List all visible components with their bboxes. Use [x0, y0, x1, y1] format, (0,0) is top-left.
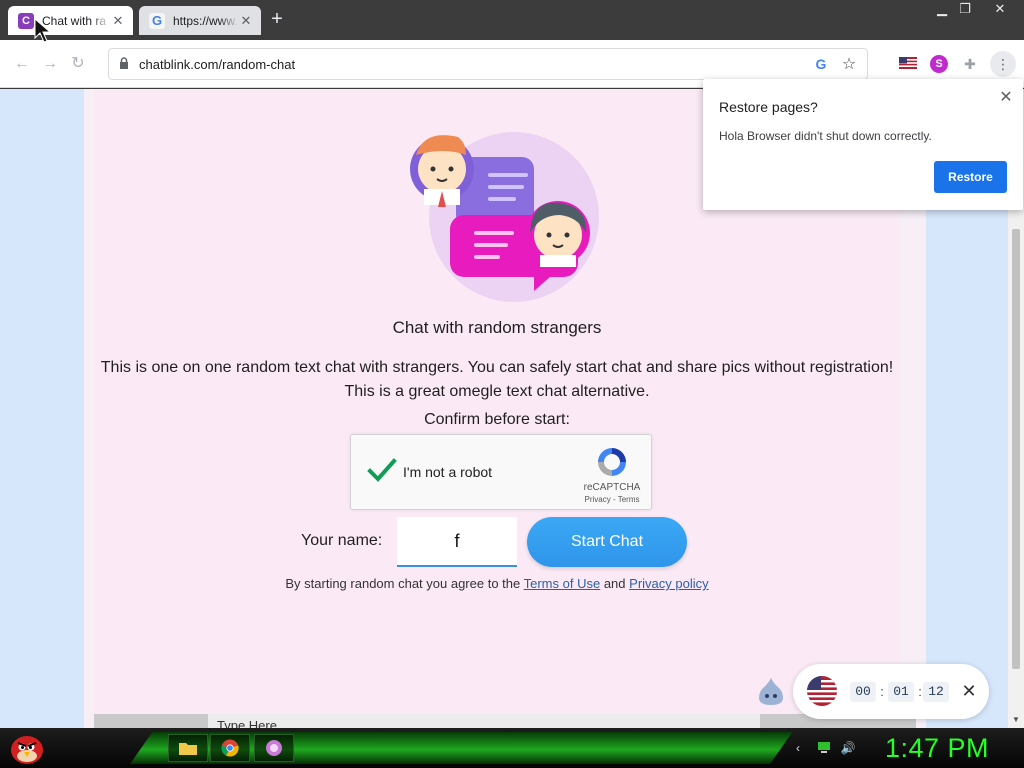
description-line: This is a great omegle text chat alterna…: [344, 383, 650, 400]
url-text[interactable]: chatblink.com/random-chat: [139, 57, 811, 72]
timer-hours: 00: [850, 682, 876, 702]
message-input[interactable]: Type Here: [208, 714, 760, 728]
close-icon[interactable]: ✕: [997, 87, 1015, 107]
puzzle-icon[interactable]: ✚: [960, 54, 980, 74]
terms-text: By starting random chat you agree to the…: [94, 576, 900, 591]
checkmark-icon[interactable]: [367, 455, 397, 485]
address-bar[interactable]: chatblink.com/random-chat G ☆: [108, 48, 868, 80]
window-close-button[interactable]: ✕: [978, 0, 1022, 18]
chat-illustration: [410, 132, 599, 302]
forward-arrow-icon[interactable]: →: [40, 54, 60, 74]
terms-of-use-link[interactable]: Terms of Use: [524, 576, 601, 591]
recaptcha-privacy-terms[interactable]: Privacy - Terms: [579, 495, 645, 504]
scroll-thumb[interactable]: [1012, 229, 1020, 669]
taskbar-folder-button[interactable]: [168, 734, 208, 762]
start-chat-button[interactable]: Start Chat: [527, 517, 687, 567]
taskbar: ‹ 🔊 1:47 PM: [0, 728, 1024, 768]
tab-chat[interactable]: C Chat with ra ✕: [8, 6, 133, 35]
app-flower-icon: [266, 740, 282, 756]
back-arrow-icon[interactable]: ←: [12, 54, 32, 74]
restore-pages-dialog: Restore pages? Hola Browser didn't shut …: [703, 79, 1023, 210]
us-flag-icon: [807, 676, 837, 706]
terms-prefix: By starting random chat you agree to the: [285, 576, 521, 591]
restore-message: Hola Browser didn't shut down correctly.: [719, 129, 932, 143]
s-extension-icon[interactable]: S: [930, 55, 948, 73]
page-description: This is one on one random text chat with…: [94, 356, 900, 404]
terms-and: and: [603, 576, 626, 591]
timer-seconds: 12: [923, 682, 949, 702]
tab-close-icon[interactable]: ✕: [239, 13, 253, 29]
maximize-button[interactable]: ❐: [950, 0, 980, 18]
bookmark-star-icon[interactable]: ☆: [839, 54, 859, 74]
recaptcha-brand: reCAPTCHA: [583, 482, 641, 493]
google-favicon-icon: G: [149, 12, 165, 29]
timer-separator: :: [880, 684, 884, 699]
taskbar-app-button[interactable]: [254, 734, 294, 762]
taskbar-chrome-button[interactable]: [210, 734, 250, 762]
mouse-cursor-icon: [34, 18, 52, 43]
scroll-down-icon[interactable]: ▼: [1008, 715, 1024, 724]
timer-minutes: 01: [888, 682, 914, 702]
tray-arrow-icon[interactable]: ‹: [790, 741, 806, 755]
close-icon[interactable]: ✕: [959, 681, 979, 702]
menu-dots-icon[interactable]: ⋮: [990, 51, 1016, 77]
tab-strip: C Chat with ra ✕ G https://www. ✕ + ▁ ❐ …: [0, 0, 1024, 40]
recaptcha-logo-icon: [598, 448, 626, 476]
tray-network-icon[interactable]: [816, 741, 832, 755]
tab-close-icon[interactable]: ✕: [111, 13, 125, 29]
start-button-icon[interactable]: [8, 730, 46, 766]
privacy-policy-link[interactable]: Privacy policy: [629, 576, 708, 591]
volume-icon[interactable]: 🔊: [840, 741, 856, 755]
reload-icon[interactable]: ↻: [68, 54, 88, 74]
us-flag-icon[interactable]: [898, 54, 918, 74]
confirm-label: Confirm before start:: [424, 411, 570, 428]
chat-timer-widget: 00 : 01 : 12 ✕: [793, 664, 989, 719]
name-label: Your name:: [301, 532, 383, 549]
description-line: This is one on one random text chat with…: [100, 359, 894, 376]
tab-title: https://www.: [173, 13, 238, 28]
name-input[interactable]: [397, 517, 517, 567]
recaptcha-label: I'm not a robot: [403, 464, 493, 480]
google-icon[interactable]: G: [811, 56, 831, 72]
taskbar-clock[interactable]: 1:47 PM: [885, 733, 989, 764]
tab-google[interactable]: G https://www. ✕: [139, 6, 261, 35]
folder-icon: [179, 743, 197, 755]
chatblink-favicon-icon: C: [18, 12, 34, 29]
lock-icon[interactable]: [119, 56, 131, 72]
restore-button[interactable]: Restore: [934, 161, 1007, 193]
new-tab-button[interactable]: +: [266, 8, 288, 30]
recaptcha-widget[interactable]: I'm not a robot reCAPTCHA Privacy - Term…: [350, 434, 652, 510]
chrome-icon: [221, 739, 239, 757]
page-title: Chat with random strangers: [392, 318, 602, 337]
restore-title: Restore pages?: [719, 99, 818, 115]
message-bar: Type Here: [94, 714, 916, 728]
ghost-icon[interactable]: [758, 676, 784, 706]
